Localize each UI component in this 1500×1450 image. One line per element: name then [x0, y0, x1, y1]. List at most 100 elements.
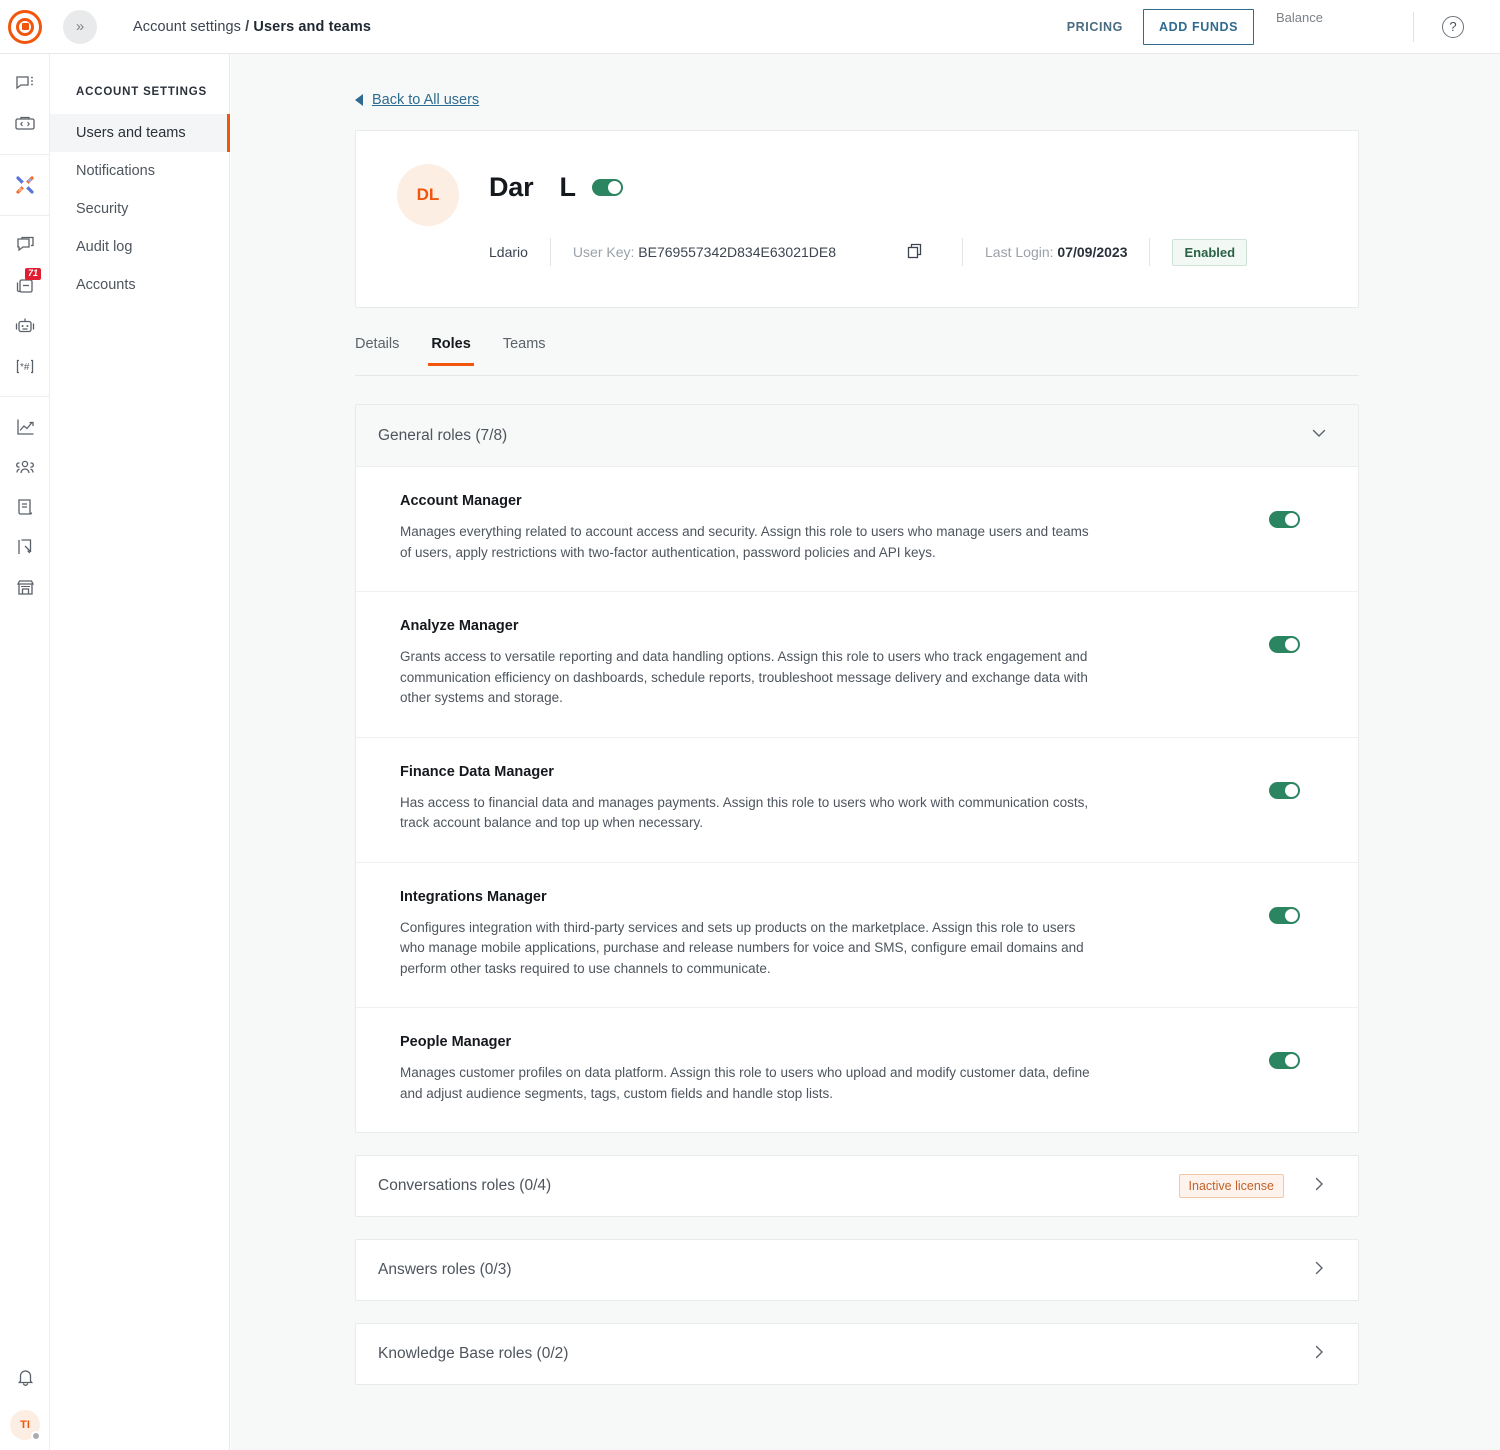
developer-toolbox-icon[interactable] — [0, 104, 50, 144]
user-key-value: BE769557342D834E63021DE8 — [638, 244, 837, 260]
user-key-label: User Key: — [572, 244, 635, 260]
role-row: Finance Data Manager Has access to finan… — [356, 738, 1358, 863]
sidebar-item-audit-log[interactable]: Audit log — [50, 228, 229, 266]
role-toggle[interactable] — [1269, 636, 1300, 654]
role-description: Manages everything related to account ac… — [400, 524, 1089, 560]
conversations-roles-section[interactable]: Conversations roles (0/4) Inactive licen… — [355, 1155, 1359, 1218]
status-badge: Enabled — [1172, 238, 1248, 266]
user-enabled-toggle[interactable] — [591, 179, 623, 196]
general-roles-card: General roles (7/8) Account Manager Mana… — [355, 404, 1359, 1134]
breadcrumb-current: Users and teams — [253, 18, 371, 35]
user-avatar-initials: TI — [20, 1419, 30, 1431]
last-login-value: 07/09/2023 — [1057, 244, 1128, 260]
add-funds-button[interactable]: ADD FUNDS — [1143, 8, 1255, 45]
user-status-dot — [31, 1431, 41, 1441]
audience-people-icon[interactable] — [0, 447, 50, 487]
inbox-icon[interactable]: 71 — [0, 266, 50, 306]
chevron-down-icon — [1310, 424, 1328, 447]
rail-group-3: 71 *# — [0, 216, 49, 397]
last-login-label: Last Login: — [985, 244, 1054, 260]
breadcrumb: Account settings / Users and teams — [133, 19, 371, 35]
help-icon[interactable]: ? — [1442, 15, 1464, 38]
tab-teams[interactable]: Teams — [503, 336, 546, 365]
broadcast-messages-icon[interactable] — [0, 226, 50, 266]
number-lookup-icon[interactable]: *# — [0, 346, 50, 386]
profile-tabs: Details Roles Teams — [355, 336, 1359, 376]
rail-group-1 — [0, 54, 49, 155]
documents-icon[interactable] — [0, 487, 50, 527]
role-name: Account Manager — [400, 493, 522, 509]
profile-avatar-initials: DL — [416, 185, 440, 204]
chevron-right-icon — [1310, 1259, 1328, 1282]
chatbot-icon[interactable] — [0, 306, 50, 346]
breadcrumb-parent[interactable]: Account settings — [133, 19, 241, 35]
main-content: Back to All users DL Dar L Ldario User K… — [231, 54, 1500, 1450]
chevron-right-icon — [1310, 1343, 1328, 1366]
answers-roles-section[interactable]: Answers roles (0/3) — [355, 1239, 1359, 1302]
role-name: People Manager — [400, 1034, 512, 1051]
notification-bell-icon[interactable] — [0, 1358, 50, 1398]
role-name: Analyze Manager — [400, 618, 519, 635]
inactive-license-badge: Inactive license — [1178, 1174, 1284, 1199]
copy-icon[interactable] — [906, 242, 924, 263]
role-row: People Manager Manages customer profiles… — [356, 1008, 1358, 1132]
knowledge-base-roles-section[interactable]: Knowledge Base roles (0/2) — [355, 1323, 1359, 1386]
settings-sidebar: ACCOUNT SETTINGS Users and teams Notific… — [50, 54, 230, 1450]
double-chevron-right-icon[interactable]: » — [63, 9, 97, 44]
role-toggle[interactable] — [1269, 906, 1300, 924]
rail-group-2 — [0, 155, 49, 216]
role-toggle[interactable] — [1269, 1052, 1300, 1070]
profile-avatar: DL — [397, 164, 459, 226]
general-roles-header[interactable]: General roles (7/8) — [356, 405, 1358, 467]
sidebar-item-label: Notifications — [76, 163, 155, 179]
marketplace-store-icon[interactable] — [0, 567, 50, 607]
role-row: Account Manager Manages everything relat… — [356, 467, 1358, 593]
role-description: Configures integration with third-party … — [400, 919, 1084, 976]
target-logo-icon[interactable] — [8, 9, 42, 44]
role-toggle[interactable] — [1269, 511, 1300, 528]
back-to-all-users-link[interactable]: Back to All users — [355, 92, 479, 108]
rail-group-4 — [0, 397, 49, 617]
analytics-chart-icon[interactable] — [0, 407, 50, 447]
rail-bottom: TI — [0, 1358, 50, 1441]
sidebar-item-accounts[interactable]: Accounts — [50, 266, 229, 304]
chevron-right-icon — [1310, 1175, 1328, 1198]
sidebar-item-label: Accounts — [76, 277, 136, 293]
user-last-name: L — [559, 172, 576, 202]
balance-label: Balance — [1276, 10, 1323, 25]
general-roles-title: General roles (7/8) — [378, 426, 508, 444]
inbox-unread-badge: 71 — [24, 268, 41, 280]
username: Ldario — [489, 244, 528, 260]
breadcrumb-separator: / — [245, 18, 250, 35]
section-title: Knowledge Base roles (0/2) — [378, 1345, 569, 1363]
role-description: Has access to financial data and manages… — [400, 794, 1089, 831]
role-name: Integrations Manager — [400, 888, 547, 905]
user-first-name: Dar — [489, 172, 534, 202]
sidebar-item-notifications[interactable]: Notifications — [50, 152, 229, 190]
section-title: Conversations roles (0/4) — [378, 1177, 552, 1195]
sidebar-item-label: Users and teams — [76, 125, 186, 141]
section-title: Answers roles (0/3) — [378, 1261, 512, 1279]
arrow-left-icon — [355, 94, 363, 106]
top-bar: » Account settings / Users and teams PRI… — [0, 0, 1500, 54]
flows-icon[interactable] — [0, 527, 50, 567]
chat-menu-icon[interactable] — [0, 64, 50, 104]
sidebar-item-security[interactable]: Security — [50, 190, 229, 228]
user-profile-card: DL Dar L Ldario User Key: BE769557342D83… — [355, 130, 1359, 308]
sidebar-item-label: Security — [76, 201, 129, 217]
role-row: Integrations Manager Configures integrat… — [356, 863, 1358, 1009]
pricing-link[interactable]: PRICING — [1067, 20, 1123, 34]
sidebar-item-label: Audit log — [76, 239, 133, 255]
back-link-label: Back to All users — [372, 92, 480, 108]
page-title: Dar L — [489, 172, 623, 203]
user-avatar[interactable]: TI — [10, 1410, 41, 1441]
top-bar-divider — [1413, 11, 1414, 42]
tab-details[interactable]: Details — [355, 336, 399, 365]
role-description: Grants access to versatile reporting and… — [400, 649, 1088, 706]
top-bar-actions: PRICING ADD FUNDS Balance ? — [1067, 0, 1500, 53]
crossover-brand-icon[interactable] — [0, 165, 50, 205]
role-name: Finance Data Manager — [400, 763, 554, 780]
role-toggle[interactable] — [1269, 781, 1300, 799]
sidebar-item-users-and-teams[interactable]: Users and teams — [50, 114, 230, 152]
tab-roles[interactable]: Roles — [428, 336, 474, 366]
